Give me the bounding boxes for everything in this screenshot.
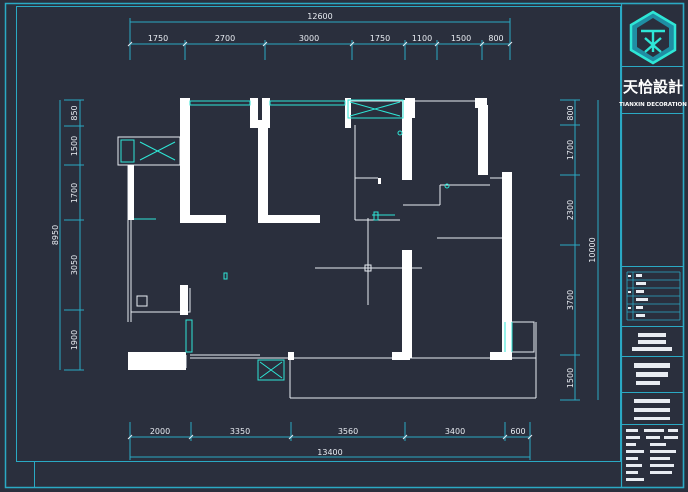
dim-right-seg-3: 2300	[566, 200, 575, 220]
dim-right-seg-4: 3700	[566, 290, 575, 310]
dimension-lines	[59, 18, 599, 460]
cad-drawing: 天恰設計 TIANXIN DECORATION 12600 1750 2700 …	[4, 2, 687, 489]
dim-top-seg-4: 1750	[370, 34, 390, 43]
dim-bottom-seg-5: 600	[510, 427, 525, 436]
tx-monogram-icon	[629, 10, 677, 65]
title-block-fine-print	[626, 274, 678, 481]
dim-top-seg-5: 1100	[412, 34, 432, 43]
info-table	[626, 271, 681, 321]
drawing-border	[4, 2, 685, 489]
dim-left-seg-2: 1500	[70, 136, 79, 156]
title-block: 天恰設計 TIANXIN DECORATION	[619, 2, 687, 489]
dim-right-seg-1: 800	[566, 105, 575, 120]
drawing-inner-border	[16, 6, 621, 462]
dim-top-seg-1: 1750	[148, 34, 168, 43]
dim-right-seg-5: 1500	[566, 368, 575, 388]
dim-top-seg-3: 3000	[299, 34, 319, 43]
dim-top-seg-7: 800	[488, 34, 503, 43]
dim-bottom-total: 13400	[317, 448, 342, 457]
dim-left-seg-1: 850	[70, 105, 79, 120]
dim-bottom-seg-3: 3560	[338, 427, 358, 436]
dim-top-seg-2: 2700	[215, 34, 235, 43]
brand-subtitle: TIANXIN DECORATION	[619, 102, 687, 108]
dim-right-total: 10000	[588, 237, 597, 262]
dim-left-seg-5: 1900	[70, 330, 79, 350]
dim-bottom-seg-2: 3350	[230, 427, 250, 436]
dim-top-seg-6: 1500	[451, 34, 471, 43]
brand-name: 天恰設計	[623, 78, 683, 96]
dim-bottom-seg-1: 2000	[150, 427, 170, 436]
dim-left-total: 8950	[51, 225, 60, 245]
dim-bottom-seg-4: 3400	[445, 427, 465, 436]
dim-right-seg-2: 1700	[566, 140, 575, 160]
dim-top-total: 12600	[307, 12, 332, 21]
dim-left-seg-3: 1700	[70, 183, 79, 203]
floor-plan	[117, 98, 537, 399]
dim-left-seg-4: 3050	[70, 255, 79, 275]
